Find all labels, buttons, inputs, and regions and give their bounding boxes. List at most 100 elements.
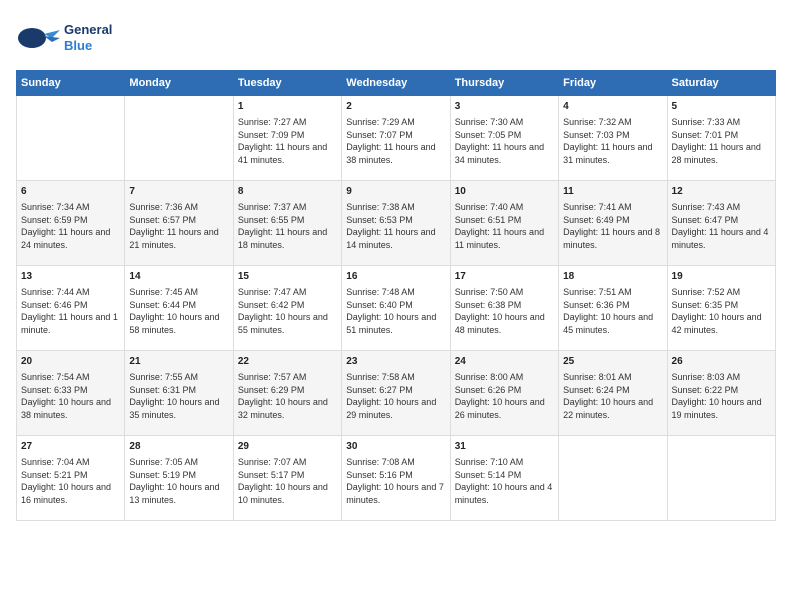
day-number: 30 — [346, 440, 445, 454]
calendar-cell: 13 Sunrise: 7:44 AM Sunset: 6:46 PM Dayli… — [17, 266, 125, 351]
calendar-header-row: SundayMondayTuesdayWednesdayThursdayFrid… — [17, 71, 776, 96]
logo: General Blue — [16, 16, 112, 60]
calendar-cell: 1 Sunrise: 7:27 AM Sunset: 7:09 PM Daylig… — [233, 96, 341, 181]
cell-sun-data: Sunrise: 7:07 AM Sunset: 5:17 PM Dayligh… — [238, 456, 337, 506]
cell-sun-data: Sunrise: 7:33 AM Sunset: 7:01 PM Dayligh… — [672, 116, 771, 166]
day-number: 9 — [346, 185, 445, 199]
calendar-week-row: 1 Sunrise: 7:27 AM Sunset: 7:09 PM Daylig… — [17, 96, 776, 181]
calendar-cell — [667, 436, 775, 521]
cell-sun-data: Sunrise: 7:51 AM Sunset: 6:36 PM Dayligh… — [563, 286, 662, 336]
day-number: 5 — [672, 100, 771, 114]
logo-text-general: General — [64, 22, 112, 38]
cell-sun-data: Sunrise: 7:44 AM Sunset: 6:46 PM Dayligh… — [21, 286, 120, 336]
day-number: 13 — [21, 270, 120, 284]
calendar-cell: 18 Sunrise: 7:51 AM Sunset: 6:36 PM Dayli… — [559, 266, 667, 351]
cell-sun-data: Sunrise: 7:55 AM Sunset: 6:31 PM Dayligh… — [129, 371, 228, 421]
cell-sun-data: Sunrise: 8:00 AM Sunset: 6:26 PM Dayligh… — [455, 371, 554, 421]
day-number: 1 — [238, 100, 337, 114]
calendar-cell: 25 Sunrise: 8:01 AM Sunset: 6:24 PM Dayli… — [559, 351, 667, 436]
cell-sun-data: Sunrise: 7:48 AM Sunset: 6:40 PM Dayligh… — [346, 286, 445, 336]
calendar-cell — [125, 96, 233, 181]
cell-sun-data: Sunrise: 7:57 AM Sunset: 6:29 PM Dayligh… — [238, 371, 337, 421]
day-number: 26 — [672, 355, 771, 369]
logo-container: General Blue — [16, 16, 112, 60]
cell-sun-data: Sunrise: 7:36 AM Sunset: 6:57 PM Dayligh… — [129, 201, 228, 251]
day-number: 8 — [238, 185, 337, 199]
cell-sun-data: Sunrise: 7:45 AM Sunset: 6:44 PM Dayligh… — [129, 286, 228, 336]
calendar-cell: 26Sunrise: 8:03 AM Sunset: 6:22 PM Dayli… — [667, 351, 775, 436]
calendar-cell: 20Sunrise: 7:54 AM Sunset: 6:33 PM Dayli… — [17, 351, 125, 436]
calendar-cell: 12Sunrise: 7:43 AM Sunset: 6:47 PM Dayli… — [667, 181, 775, 266]
day-number: 17 — [455, 270, 554, 284]
cell-sun-data: Sunrise: 7:27 AM Sunset: 7:09 PM Dayligh… — [238, 116, 337, 166]
calendar-cell: 11 Sunrise: 7:41 AM Sunset: 6:49 PM Dayli… — [559, 181, 667, 266]
cell-sun-data: Sunrise: 7:41 AM Sunset: 6:49 PM Dayligh… — [563, 201, 662, 251]
calendar-cell: 27Sunrise: 7:04 AM Sunset: 5:21 PM Dayli… — [17, 436, 125, 521]
day-number: 6 — [21, 185, 120, 199]
cell-sun-data: Sunrise: 8:01 AM Sunset: 6:24 PM Dayligh… — [563, 371, 662, 421]
cell-sun-data: Sunrise: 7:54 AM Sunset: 6:33 PM Dayligh… — [21, 371, 120, 421]
day-number: 23 — [346, 355, 445, 369]
day-number: 19 — [672, 270, 771, 284]
column-header-tuesday: Tuesday — [233, 71, 341, 96]
calendar-cell: 31Sunrise: 7:10 AM Sunset: 5:14 PM Dayli… — [450, 436, 558, 521]
cell-sun-data: Sunrise: 7:29 AM Sunset: 7:07 PM Dayligh… — [346, 116, 445, 166]
day-number: 2 — [346, 100, 445, 114]
cell-sun-data: Sunrise: 7:38 AM Sunset: 6:53 PM Dayligh… — [346, 201, 445, 251]
day-number: 14 — [129, 270, 228, 284]
cell-sun-data: Sunrise: 7:40 AM Sunset: 6:51 PM Dayligh… — [455, 201, 554, 251]
calendar-table: SundayMondayTuesdayWednesdayThursdayFrid… — [16, 70, 776, 521]
calendar-cell: 9 Sunrise: 7:38 AM Sunset: 6:53 PM Daylig… — [342, 181, 450, 266]
column-header-sunday: Sunday — [17, 71, 125, 96]
calendar-cell: 21 Sunrise: 7:55 AM Sunset: 6:31 PM Dayli… — [125, 351, 233, 436]
day-number: 31 — [455, 440, 554, 454]
day-number: 11 — [563, 185, 662, 199]
calendar-cell: 4Sunrise: 7:32 AM Sunset: 7:03 PM Daylig… — [559, 96, 667, 181]
calendar-cell: 22Sunrise: 7:57 AM Sunset: 6:29 PM Dayli… — [233, 351, 341, 436]
calendar-cell: 15Sunrise: 7:47 AM Sunset: 6:42 PM Dayli… — [233, 266, 341, 351]
day-number: 21 — [129, 355, 228, 369]
day-number: 29 — [238, 440, 337, 454]
column-header-wednesday: Wednesday — [342, 71, 450, 96]
cell-sun-data: Sunrise: 7:34 AM Sunset: 6:59 PM Dayligh… — [21, 201, 120, 251]
day-number: 25 — [563, 355, 662, 369]
calendar-cell: 29 Sunrise: 7:07 AM Sunset: 5:17 PM Dayli… — [233, 436, 341, 521]
calendar-cell: 7Sunrise: 7:36 AM Sunset: 6:57 PM Daylig… — [125, 181, 233, 266]
calendar-cell: 19 Sunrise: 7:52 AM Sunset: 6:35 PM Dayli… — [667, 266, 775, 351]
cell-sun-data: Sunrise: 7:32 AM Sunset: 7:03 PM Dayligh… — [563, 116, 662, 166]
calendar-cell: 14 Sunrise: 7:45 AM Sunset: 6:44 PM Dayli… — [125, 266, 233, 351]
day-number: 12 — [672, 185, 771, 199]
day-number: 3 — [455, 100, 554, 114]
day-number: 10 — [455, 185, 554, 199]
cell-sun-data: Sunrise: 7:30 AM Sunset: 7:05 PM Dayligh… — [455, 116, 554, 166]
cell-sun-data: Sunrise: 7:47 AM Sunset: 6:42 PM Dayligh… — [238, 286, 337, 336]
calendar-week-row: 6 Sunrise: 7:34 AM Sunset: 6:59 PM Daylig… — [17, 181, 776, 266]
page-header: General Blue — [16, 16, 776, 60]
cell-sun-data: Sunrise: 7:50 AM Sunset: 6:38 PM Dayligh… — [455, 286, 554, 336]
calendar-week-row: 13 Sunrise: 7:44 AM Sunset: 6:46 PM Dayli… — [17, 266, 776, 351]
calendar-cell: 5 Sunrise: 7:33 AM Sunset: 7:01 PM Daylig… — [667, 96, 775, 181]
logo-bird-icon — [16, 16, 60, 60]
calendar-cell: 10 Sunrise: 7:40 AM Sunset: 6:51 PM Dayli… — [450, 181, 558, 266]
calendar-cell: 28 Sunrise: 7:05 AM Sunset: 5:19 PM Dayli… — [125, 436, 233, 521]
calendar-cell: 30Sunrise: 7:08 AM Sunset: 5:16 PM Dayli… — [342, 436, 450, 521]
calendar-cell: 6 Sunrise: 7:34 AM Sunset: 6:59 PM Daylig… — [17, 181, 125, 266]
calendar-cell — [559, 436, 667, 521]
day-number: 24 — [455, 355, 554, 369]
day-number: 18 — [563, 270, 662, 284]
day-number: 28 — [129, 440, 228, 454]
column-header-saturday: Saturday — [667, 71, 775, 96]
calendar-cell: 16Sunrise: 7:48 AM Sunset: 6:40 PM Dayli… — [342, 266, 450, 351]
calendar-cell — [17, 96, 125, 181]
calendar-cell: 2 Sunrise: 7:29 AM Sunset: 7:07 PM Daylig… — [342, 96, 450, 181]
calendar-cell: 3 Sunrise: 7:30 AM Sunset: 7:05 PM Daylig… — [450, 96, 558, 181]
calendar-cell: 24 Sunrise: 8:00 AM Sunset: 6:26 PM Dayli… — [450, 351, 558, 436]
calendar-cell: 8Sunrise: 7:37 AM Sunset: 6:55 PM Daylig… — [233, 181, 341, 266]
cell-sun-data: Sunrise: 7:05 AM Sunset: 5:19 PM Dayligh… — [129, 456, 228, 506]
column-header-friday: Friday — [559, 71, 667, 96]
column-header-monday: Monday — [125, 71, 233, 96]
cell-sun-data: Sunrise: 7:52 AM Sunset: 6:35 PM Dayligh… — [672, 286, 771, 336]
calendar-week-row: 20Sunrise: 7:54 AM Sunset: 6:33 PM Dayli… — [17, 351, 776, 436]
calendar-week-row: 27Sunrise: 7:04 AM Sunset: 5:21 PM Dayli… — [17, 436, 776, 521]
column-header-thursday: Thursday — [450, 71, 558, 96]
